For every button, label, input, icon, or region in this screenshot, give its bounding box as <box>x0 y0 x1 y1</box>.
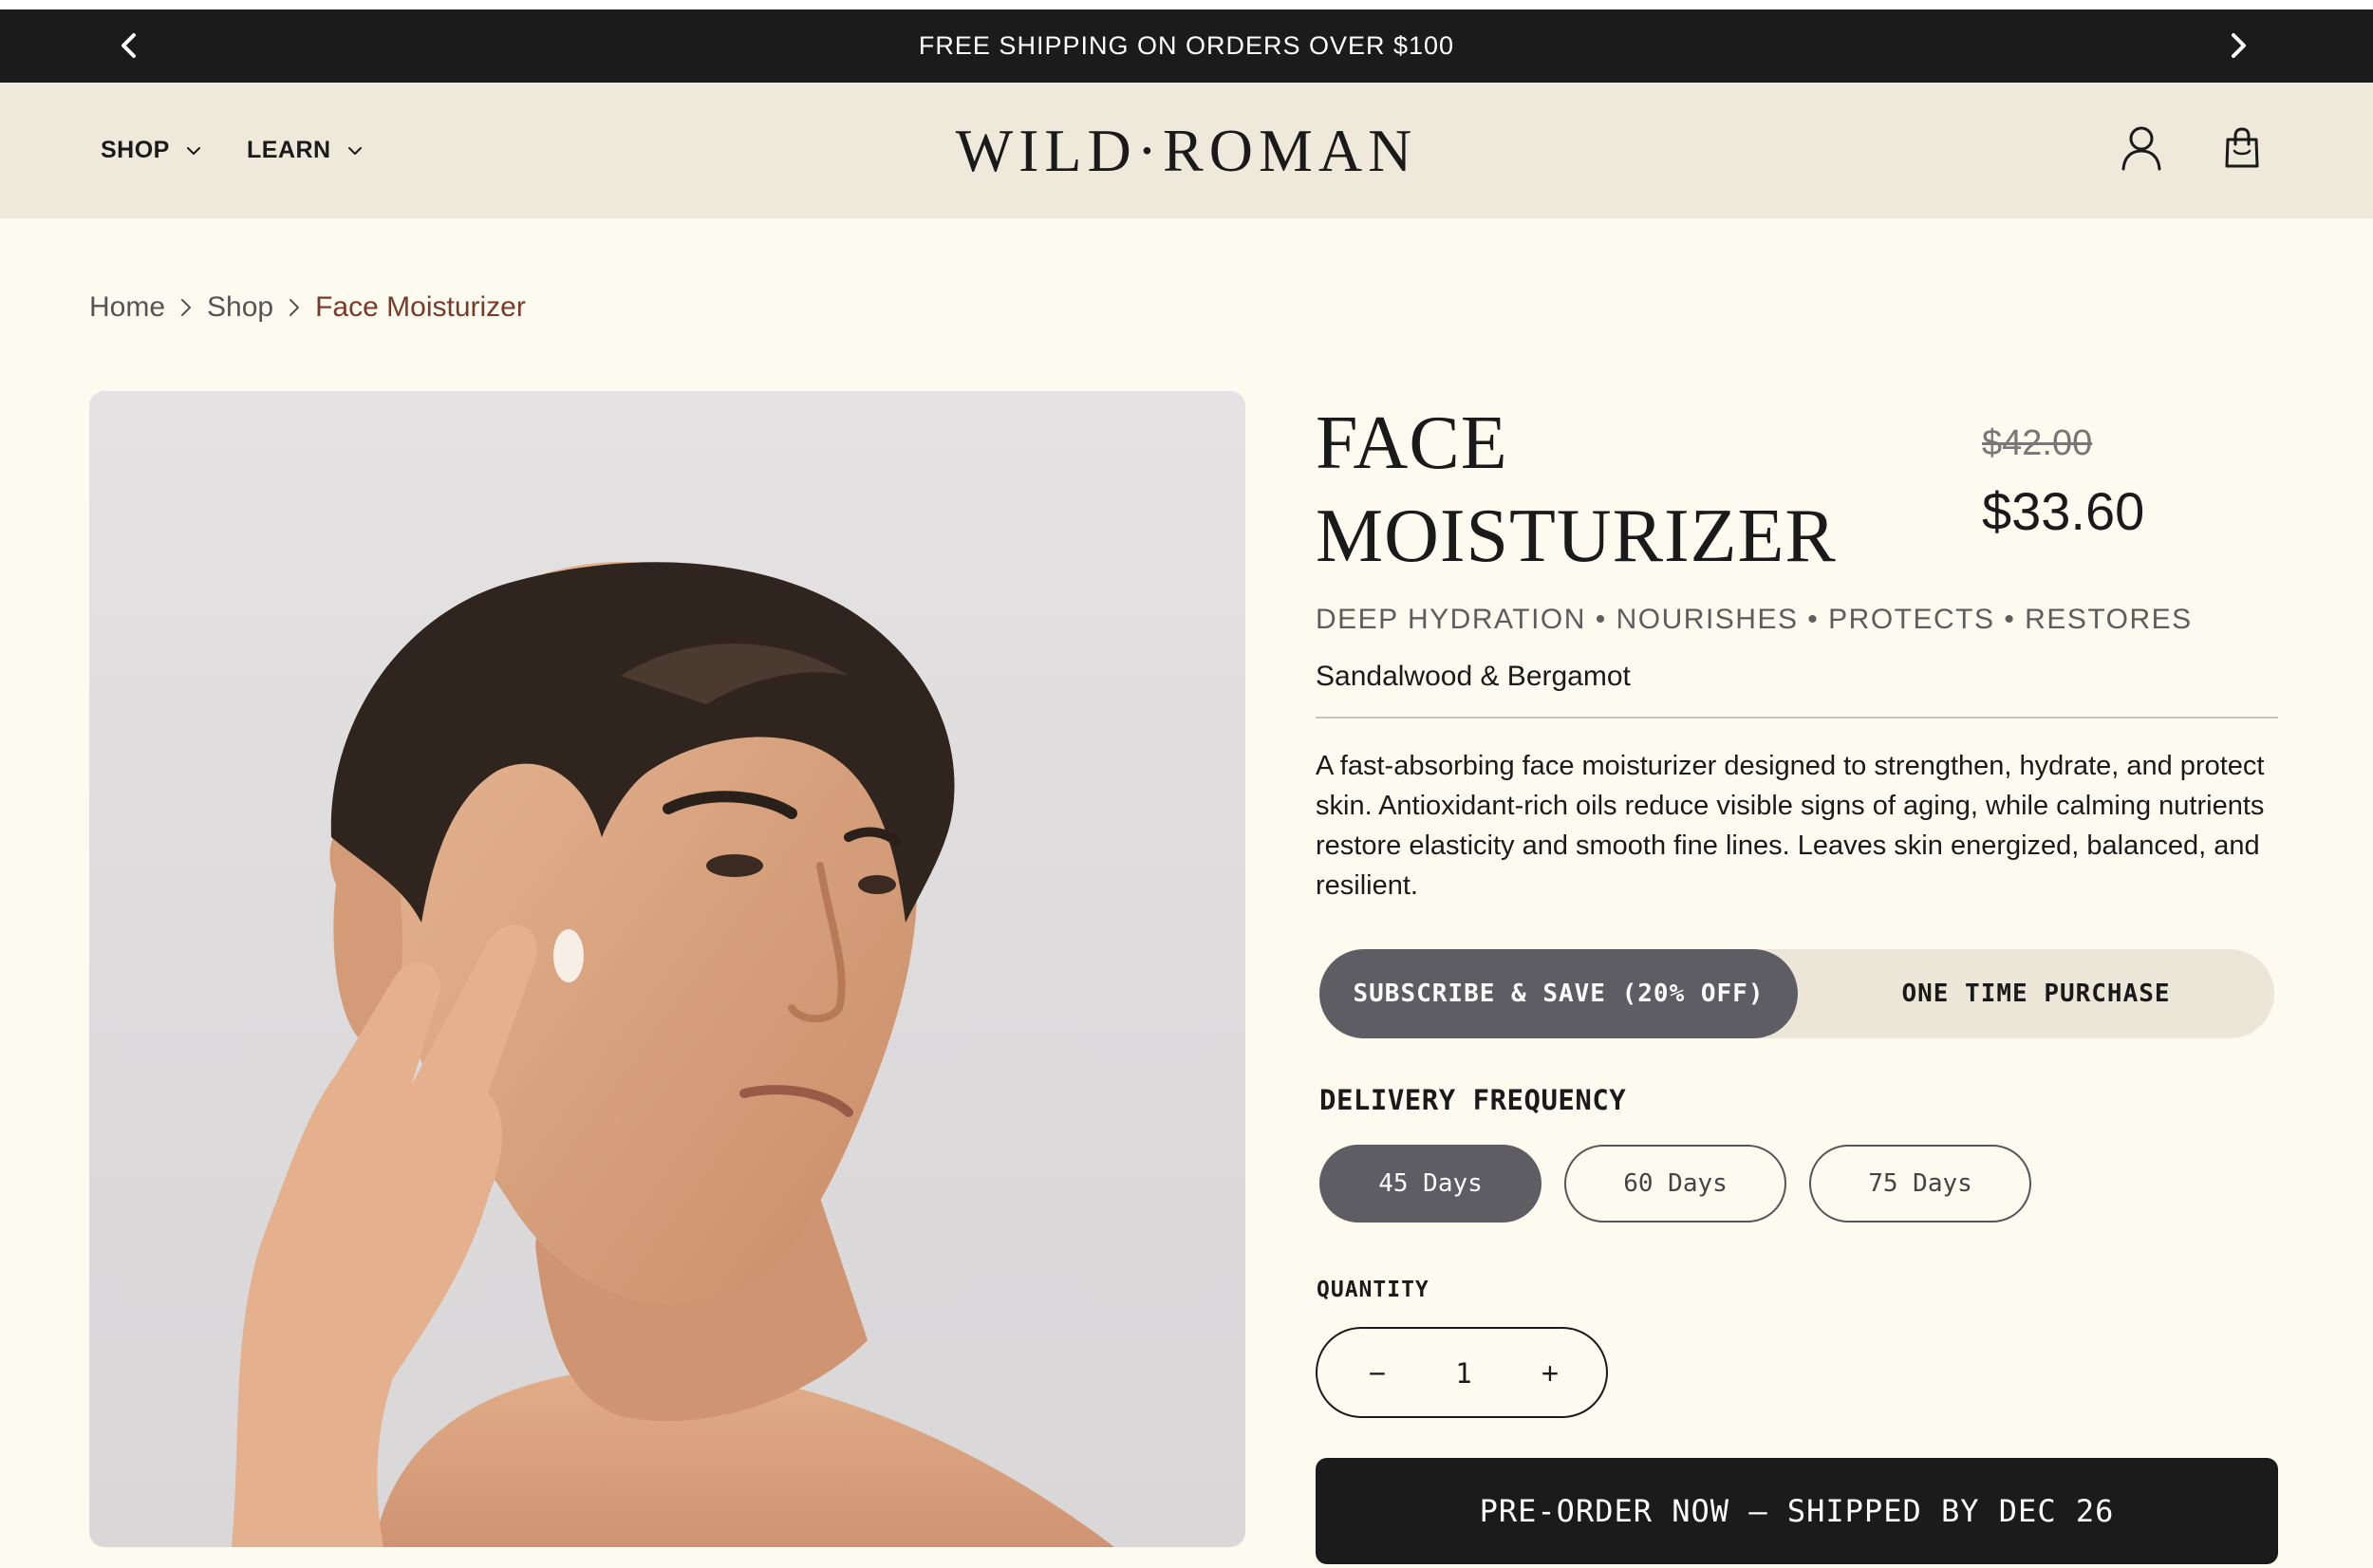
price-sale: $33.60 <box>1982 481 2145 541</box>
product-description: A fast-absorbing face moisturizer design… <box>1316 751 2265 901</box>
quantity-label: QUANTITY <box>1317 1278 1429 1302</box>
site-header: SHOP LEARN WILD·ROMAN <box>0 83 2373 218</box>
frequency-60-days[interactable]: 60 Days <box>1564 1145 1786 1223</box>
preorder-button[interactable]: PRE-ORDER NOW – SHIPPED BY DEC 26 <box>1316 1458 2278 1564</box>
breadcrumb-shop[interactable]: Shop <box>207 291 273 324</box>
product-photo <box>232 562 1114 1547</box>
cart-button[interactable] <box>2223 124 2261 177</box>
breadcrumb-separator <box>178 296 194 319</box>
product-image <box>89 391 1245 1547</box>
one-time-purchase-option[interactable]: ONE TIME PURCHASE <box>1798 949 2274 1038</box>
brand-logo[interactable]: WILD·ROMAN <box>0 83 2373 218</box>
breadcrumb-current: Face Moisturizer <box>315 291 526 323</box>
quantity-decrease-button[interactable]: − <box>1355 1352 1399 1395</box>
purchase-option-toggle: SUBSCRIBE & SAVE (20% OFF) ONE TIME PURC… <box>1319 949 2274 1038</box>
divider <box>1316 717 2278 719</box>
top-strip <box>0 0 2373 9</box>
account-button[interactable] <box>2121 124 2162 177</box>
product-benefits: DEEP HYDRATION • NOURISHES • PROTECTS • … <box>1316 604 2193 635</box>
frequency-75-days[interactable]: 75 Days <box>1809 1145 2031 1223</box>
breadcrumb-home[interactable]: Home <box>89 291 165 324</box>
subscribe-save-option[interactable]: SUBSCRIBE & SAVE (20% OFF) <box>1319 949 1798 1038</box>
frequency-45-days[interactable]: 45 Days <box>1319 1145 1542 1223</box>
chevron-right-icon <box>181 299 192 316</box>
promo-text: FREE SHIPPING ON ORDERS OVER $100 <box>918 31 1455 60</box>
product-scent: Sandalwood & Bergamot <box>1316 661 1631 692</box>
quantity-increase-button[interactable]: + <box>1528 1352 1572 1395</box>
product-title: FACE MOISTURIZER <box>1316 401 1837 578</box>
promo-next-button[interactable] <box>2221 28 2255 63</box>
breadcrumb: Home Shop Face Moisturizer <box>89 289 526 327</box>
chevron-right-icon <box>290 299 300 316</box>
delivery-frequency-label: DELIVERY FREQUENCY <box>1319 1084 1627 1116</box>
shopping-bag-icon <box>2225 127 2259 168</box>
quantity-value[interactable]: 1 <box>1422 1352 1505 1395</box>
chevron-right-icon <box>2232 33 2246 58</box>
quantity-stepper: − 1 + <box>1316 1327 1608 1418</box>
promo-bar: FREE SHIPPING ON ORDERS OVER $100 <box>0 9 2373 83</box>
user-icon <box>2121 126 2161 171</box>
price-original: $42.00 <box>1982 423 2093 463</box>
breadcrumb-separator <box>287 296 302 319</box>
